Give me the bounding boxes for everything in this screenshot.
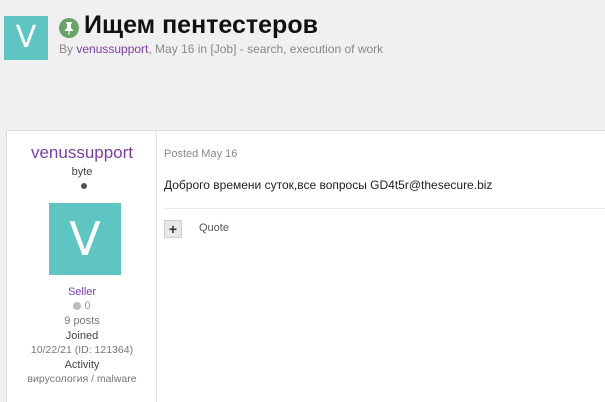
post: venussupport byte V Seller 0 9 posts Joi…: [6, 130, 605, 402]
author-avatar[interactable]: V: [49, 203, 121, 275]
topic-meta: By venussupport, May 16 in [Job] - searc…: [59, 42, 383, 56]
author-name-link[interactable]: venussupport: [7, 143, 157, 163]
joined-value: 10/22/21 (ID: 121364): [30, 344, 134, 356]
author-rank: byte: [71, 166, 93, 178]
author-panel: venussupport byte V Seller 0 9 posts Joi…: [7, 131, 157, 402]
reputation: 0: [7, 300, 157, 312]
author-post-count: 9 posts: [64, 315, 100, 327]
topic-author-link[interactable]: venussupport: [76, 42, 148, 56]
divider: [164, 208, 605, 209]
pin-icon: [59, 18, 79, 38]
meta-by-label: By: [59, 42, 77, 56]
activity-value: вирусология / malware: [27, 373, 137, 385]
joined-label: Joined: [65, 330, 99, 342]
post-body: Posted May 16 Доброго времени суток,все …: [158, 131, 605, 402]
post-content: Доброго времени суток,все вопросы GD4t5r…: [164, 178, 493, 192]
reputation-value: 0: [84, 300, 91, 312]
activity-label: Activity: [64, 359, 100, 371]
topic-author-avatar[interactable]: V: [4, 16, 48, 60]
reputation-icon: [73, 302, 82, 310]
topic-title: Ищем пентестеров: [84, 11, 318, 39]
meta-date-forum: , May 16 in [Job] - search, execution of…: [148, 42, 384, 56]
online-status-icon: [81, 183, 87, 189]
author-group: Seller: [67, 286, 97, 298]
topic-header: V Ищем пентестеров By venussupport, May …: [0, 0, 605, 112]
quote-button[interactable]: Quote: [199, 222, 229, 234]
post-date[interactable]: Posted May 16: [164, 148, 237, 160]
multiquote-button[interactable]: +: [164, 220, 182, 238]
